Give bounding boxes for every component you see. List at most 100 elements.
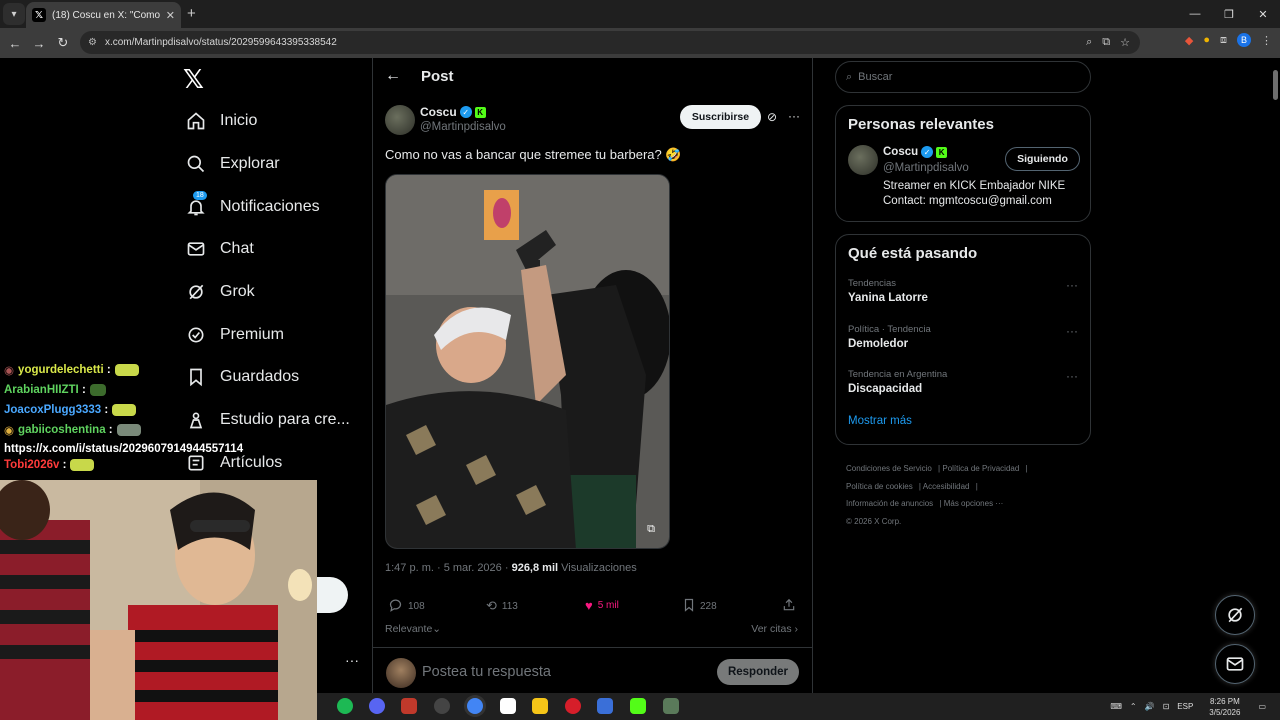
author-avatar[interactable] xyxy=(385,105,415,135)
bookmark-action[interactable]: 228 xyxy=(683,598,717,615)
nav-item-notifications[interactable]: 18 Notificaciones xyxy=(185,185,350,228)
volume-icon[interactable]: 🔊 xyxy=(1145,702,1155,711)
forward-icon[interactable]: → xyxy=(27,36,51,51)
x-logo-icon[interactable]: 𝕏 xyxy=(183,64,204,95)
file-explorer-icon[interactable] xyxy=(532,698,548,714)
footer-link[interactable]: Política de Privacidad xyxy=(942,464,1019,473)
site-info-icon[interactable]: ⚙ xyxy=(88,37,97,48)
footer-link[interactable]: Información de anuncios xyxy=(846,499,933,508)
restore-button[interactable]: ❐ xyxy=(1212,0,1246,28)
reply-action[interactable]: 108 xyxy=(388,598,425,615)
nav-item-premium[interactable]: Premium xyxy=(185,313,350,356)
show-more-link[interactable]: Mostrar más xyxy=(836,413,1090,441)
footer-link[interactable]: Política de cookies xyxy=(846,482,913,491)
network-icon[interactable]: ⊡ xyxy=(1163,702,1170,711)
capcut-icon[interactable] xyxy=(500,698,516,714)
kick-badge-icon[interactable]: K xyxy=(474,106,486,118)
clock[interactable]: 8:26 PM 3/5/2026 xyxy=(1209,696,1240,718)
messages-float-button[interactable] xyxy=(1215,644,1255,684)
author-handle[interactable]: @Martinpdisalvo xyxy=(420,121,506,133)
account-more-icon[interactable]: ··· xyxy=(345,652,359,668)
browser-tab[interactable]: 𝕏 (18) Coscu en X: "Como no vas ✕ xyxy=(26,2,181,28)
footer-link[interactable]: Accesibilidad xyxy=(923,482,970,491)
app-icon[interactable] xyxy=(597,698,613,714)
new-tab-button[interactable]: + xyxy=(187,5,196,22)
spotify-icon[interactable] xyxy=(337,698,353,714)
nav-item-home[interactable]: Inicio xyxy=(185,100,350,143)
profile-avatar[interactable]: B xyxy=(1237,33,1251,47)
nav-item-grok[interactable]: Grok xyxy=(185,271,350,314)
scrollbar-thumb[interactable] xyxy=(1273,70,1278,100)
more-options-icon[interactable]: ··· xyxy=(788,109,800,123)
sort-label: Relevante xyxy=(385,623,433,635)
discord-icon[interactable] xyxy=(369,698,385,714)
zoom-icon[interactable]: ⌕ xyxy=(1086,36,1092,49)
extensions-puzzle-icon[interactable]: ⧈ xyxy=(1220,34,1227,47)
tray-expand-icon[interactable]: ⌃ xyxy=(1130,702,1137,711)
extension-icon[interactable]: ◆ xyxy=(1185,34,1193,47)
subscribe-button[interactable]: Suscribirse xyxy=(680,105,761,129)
nav-item-chat[interactable]: Chat xyxy=(185,228,350,271)
language-indicator[interactable]: ESP xyxy=(1177,702,1193,711)
reply-input[interactable]: Postea tu respuesta xyxy=(422,664,551,680)
person-avatar[interactable] xyxy=(848,145,878,175)
relevant-person[interactable]: Coscu ✓ K @Martinpdisalvo Streamer en KI… xyxy=(836,145,1090,215)
notification-badge: 18 xyxy=(193,190,207,200)
grok-explain-icon[interactable]: ⊘ xyxy=(767,110,777,124)
bio-line: Streamer en KICK Embajador NIKE xyxy=(883,180,1066,192)
url-bar[interactable]: ⚙ x.com/Martinpdisalvo/status/2029599643… xyxy=(80,31,1140,54)
person-handle[interactable]: @Martinpdisalvo xyxy=(883,162,969,174)
tab-search-button[interactable]: ▾ xyxy=(3,3,25,25)
kick-icon[interactable] xyxy=(630,698,646,714)
verified-badge-icon[interactable]: ✓ xyxy=(459,106,472,118)
chrome-icon[interactable] xyxy=(467,698,483,714)
verified-badge-icon[interactable]: ✓ xyxy=(921,146,934,158)
footer-link[interactable]: Condiciones de Servicio xyxy=(846,464,932,473)
browser-menu-icon[interactable]: ⋮ xyxy=(1261,34,1272,47)
bookmark-star-icon[interactable]: ☆ xyxy=(1120,36,1130,49)
media-alt-icon[interactable]: ⧉ xyxy=(647,523,655,536)
reply-button[interactable]: Responder xyxy=(717,659,799,685)
app-icon[interactable] xyxy=(663,698,679,714)
reply-count: 108 xyxy=(408,601,425,612)
like-action[interactable]: ♥ 5 mil xyxy=(585,598,619,613)
author-name[interactable]: Coscu xyxy=(420,105,457,119)
close-tab-icon[interactable]: ✕ xyxy=(166,9,175,22)
trend-item[interactable]: Tendencia en Argentina Discapacidad ··· xyxy=(836,367,1090,413)
repost-action[interactable]: ⟲ 113 xyxy=(486,598,518,614)
reload-icon[interactable]: ↻ xyxy=(51,35,75,51)
more-options-icon[interactable]: ··· xyxy=(1066,369,1078,383)
extension-icon[interactable]: ● xyxy=(1203,34,1210,46)
person-name[interactable]: Coscu xyxy=(883,146,918,158)
notifications-icon[interactable]: ▭ xyxy=(1258,702,1266,711)
following-button[interactable]: Siguiendo xyxy=(1005,147,1080,171)
cast-icon[interactable]: ⧉ xyxy=(1102,36,1110,49)
grok-float-button[interactable] xyxy=(1215,595,1255,635)
minimize-button[interactable]: — xyxy=(1178,0,1212,28)
user-avatar[interactable] xyxy=(386,658,416,688)
back-icon[interactable]: ← xyxy=(3,36,27,51)
close-window-button[interactable]: ✕ xyxy=(1246,0,1280,28)
footer-link[interactable]: Más opciones ··· xyxy=(944,499,1004,508)
app-icon[interactable] xyxy=(401,698,417,714)
obs-icon[interactable] xyxy=(434,698,450,714)
search-input[interactable]: ⌕ Buscar xyxy=(835,61,1091,93)
opera-icon[interactable] xyxy=(565,698,581,714)
chevron-down-icon: ⌄ xyxy=(432,623,442,635)
keyboard-icon[interactable]: ⌨ xyxy=(1110,702,1122,711)
more-options-icon[interactable]: ··· xyxy=(1066,324,1078,338)
kick-badge-icon[interactable]: K xyxy=(936,146,948,158)
view-quotes-link[interactable]: Ver citas › xyxy=(751,623,798,635)
back-arrow-icon[interactable]: ← xyxy=(385,67,401,85)
more-options-icon[interactable]: ··· xyxy=(1066,278,1078,292)
post-timestamp[interactable]: 1:47 p. m. · 5 mar. 2026 · xyxy=(385,562,509,574)
nav-label: Chat xyxy=(220,240,254,258)
trend-item[interactable]: Política · Tendencia Demoledor ··· xyxy=(836,322,1090,368)
share-action[interactable] xyxy=(782,598,796,615)
page-scrollbar[interactable] xyxy=(1271,58,1280,692)
sidebar-footer: Condiciones de Servicio | Política de Pr… xyxy=(846,460,1086,530)
post-media-image[interactable]: ⧉ xyxy=(385,174,670,549)
nav-item-explore[interactable]: Explorar xyxy=(185,143,350,186)
trend-item[interactable]: Tendencias Yanina Latorre ··· xyxy=(836,276,1090,322)
sort-dropdown[interactable]: Relevante⌄ xyxy=(385,623,441,635)
